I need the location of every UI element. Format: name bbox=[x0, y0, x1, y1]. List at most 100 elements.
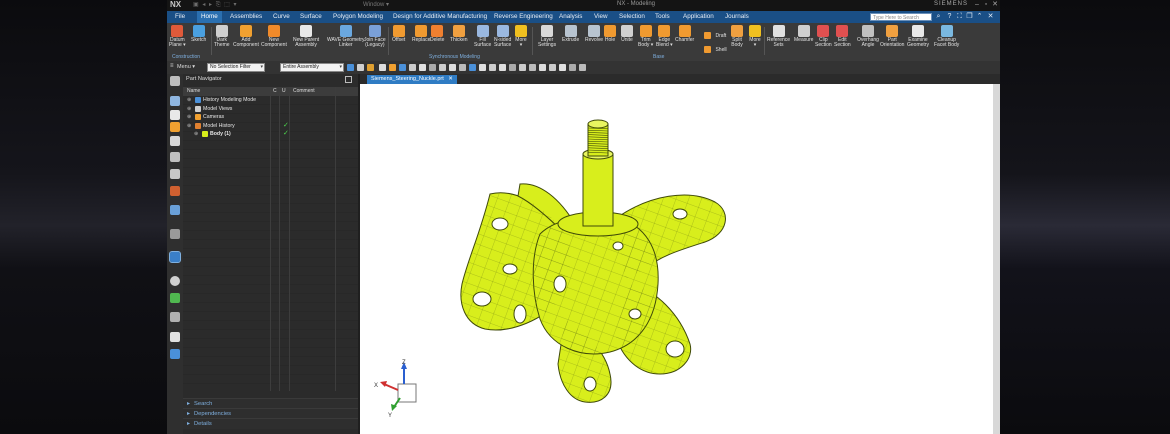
overhang-button[interactable]: Overhang Angle bbox=[857, 25, 879, 55]
tab-close-icon[interactable]: ✕ bbox=[448, 76, 453, 82]
layer-icon[interactable] bbox=[489, 64, 496, 71]
web-browser-icon[interactable] bbox=[170, 169, 180, 179]
column-header[interactable]: Name bbox=[187, 88, 200, 94]
visualization-icon[interactable] bbox=[169, 251, 181, 263]
chamfer-button[interactable]: Chamfer bbox=[675, 25, 694, 55]
fill-surface-button[interactable]: Fill Surface bbox=[474, 25, 491, 55]
new-component-button[interactable]: New Component bbox=[261, 25, 287, 55]
fit-icon[interactable] bbox=[389, 64, 396, 71]
menu-tools[interactable]: Tools bbox=[655, 11, 670, 23]
search-icon[interactable]: ⌕ bbox=[934, 12, 943, 22]
system-materials-icon[interactable] bbox=[170, 229, 180, 239]
orient-icon[interactable] bbox=[479, 64, 486, 71]
constraint-navigator-icon[interactable] bbox=[170, 110, 180, 120]
menu-surface[interactable]: Surface bbox=[300, 11, 322, 23]
examine-button[interactable]: Examine Geometry bbox=[907, 25, 929, 55]
lightning-button[interactable]: More ▾ bbox=[515, 25, 527, 55]
assembly-navigator-icon[interactable] bbox=[170, 96, 180, 106]
rotate-icon[interactable] bbox=[399, 64, 406, 71]
revolve-button[interactable]: Revolve bbox=[585, 25, 603, 55]
menu-selection[interactable]: Selection bbox=[619, 11, 645, 23]
document-tab[interactable]: Siemens_Steering_Nuckle.prt ✕ bbox=[367, 75, 457, 84]
menu-journals[interactable]: Journals bbox=[725, 11, 749, 23]
layer-settings-button[interactable]: Layer Settings bbox=[538, 25, 556, 55]
trim-body-button[interactable]: Trim Body ▾ bbox=[638, 25, 653, 55]
help-icon[interactable]: ? bbox=[945, 12, 954, 22]
shaded-icon[interactable] bbox=[459, 64, 466, 71]
process-studio-icon[interactable] bbox=[170, 293, 180, 303]
pan-icon[interactable] bbox=[409, 64, 416, 71]
snap-point-icon[interactable] bbox=[499, 64, 506, 71]
restore-icon[interactable]: ❐ bbox=[965, 12, 974, 22]
clip-section-button[interactable]: Clip Section bbox=[815, 25, 832, 55]
body-icon[interactable] bbox=[569, 64, 576, 71]
hd3d-tools-icon[interactable] bbox=[170, 152, 180, 162]
edge-blend-button[interactable]: Edge Blend ▾ bbox=[656, 25, 673, 55]
plane-icon[interactable] bbox=[529, 64, 536, 71]
replace-button[interactable]: Replace bbox=[412, 25, 430, 55]
settings-icon[interactable] bbox=[170, 76, 180, 86]
shell-button[interactable]: Shell bbox=[704, 41, 727, 54]
render-icon[interactable] bbox=[429, 64, 436, 71]
unite-button[interactable]: Unite bbox=[621, 25, 633, 55]
graphics-canvas[interactable]: Z X Y bbox=[360, 84, 993, 434]
add-component-button[interactable]: Add Component bbox=[233, 25, 259, 55]
part-navigator-icon[interactable] bbox=[170, 122, 180, 132]
manufacturing-wizard-icon[interactable] bbox=[170, 312, 180, 322]
menu-analysis[interactable]: Analysis bbox=[559, 11, 582, 23]
lightning-button[interactable]: More ▾ bbox=[749, 25, 761, 55]
palette-icon[interactable] bbox=[170, 349, 180, 359]
menu-reverse-engineering[interactable]: Reverse Engineering bbox=[494, 11, 553, 23]
face-icon[interactable] bbox=[559, 64, 566, 71]
measure-button[interactable]: Measure bbox=[794, 25, 813, 55]
csys-icon[interactable] bbox=[539, 64, 546, 71]
expand-icon[interactable]: ⊕ bbox=[187, 96, 191, 104]
menu-icon[interactable]: ≡ bbox=[170, 63, 174, 69]
expand-icon[interactable]: ⊕ bbox=[187, 122, 191, 130]
fullscreen-icon[interactable]: ⛶ bbox=[955, 12, 964, 22]
wireframe-icon[interactable] bbox=[449, 64, 456, 71]
column-header[interactable]: Comment bbox=[293, 88, 315, 94]
draft-button[interactable]: Draft bbox=[704, 27, 726, 40]
expand-icon[interactable]: ⊕ bbox=[194, 130, 198, 138]
menu-polygon-modeling[interactable]: Polygon Modeling bbox=[333, 11, 383, 23]
reuse-library-icon[interactable] bbox=[170, 136, 180, 146]
edit-section-button[interactable]: Edit Section bbox=[834, 25, 851, 55]
menu-file[interactable]: File bbox=[175, 11, 185, 23]
panel-details[interactable]: ▸ Details bbox=[183, 418, 358, 429]
menu-dropdown[interactable]: Menu ▾ bbox=[177, 64, 195, 70]
close-icon[interactable]: ✕ bbox=[990, 0, 1000, 10]
quick-access-toolbar[interactable]: ▣ ◂ ▸ ⎘ ⬚ ▾ bbox=[193, 1, 238, 9]
split-body-button[interactable]: Split Body bbox=[731, 25, 743, 55]
navigator-close-icon[interactable] bbox=[345, 76, 352, 83]
join-face-button[interactable]: Join Face (Legacy) bbox=[364, 25, 386, 55]
delete-button[interactable]: Delete bbox=[430, 25, 444, 55]
menu-home[interactable]: Home bbox=[197, 11, 222, 23]
menu-view[interactable]: View bbox=[594, 11, 608, 23]
history-palette-icon[interactable] bbox=[170, 186, 180, 196]
offset-button[interactable]: Offset bbox=[392, 25, 405, 55]
reference-sets-button[interactable]: Reference Sets bbox=[767, 25, 790, 55]
extrude-button[interactable]: Extrude bbox=[562, 25, 579, 55]
new-parent-button[interactable]: New Parent Assembly bbox=[293, 25, 319, 55]
part-orientation-button[interactable]: Part Orientation bbox=[880, 25, 904, 55]
vertical-scrollbar[interactable] bbox=[993, 84, 1000, 434]
section-icon[interactable] bbox=[469, 64, 476, 71]
thicken-button[interactable]: Thicken bbox=[450, 25, 468, 55]
feature-icon[interactable] bbox=[579, 64, 586, 71]
snap-icon[interactable] bbox=[367, 64, 374, 71]
sketch-button[interactable]: Sketch bbox=[191, 25, 206, 55]
menu-assemblies[interactable]: Assemblies bbox=[230, 11, 262, 23]
command-search-input[interactable]: Type Here to Search bbox=[870, 13, 932, 21]
roles-icon[interactable] bbox=[170, 205, 180, 215]
zoom-icon[interactable] bbox=[379, 64, 386, 71]
selection-filter-dropdown[interactable]: No Selection Filter ▾ bbox=[207, 63, 265, 72]
menu-curve[interactable]: Curve bbox=[273, 11, 290, 23]
ribbon-close-icon[interactable]: ✕ bbox=[986, 12, 995, 22]
edge-icon[interactable] bbox=[439, 64, 446, 71]
hole-button[interactable]: Hole bbox=[604, 25, 616, 55]
expand-icon[interactable]: ⊕ bbox=[187, 105, 191, 113]
menu-design-for-additive[interactable]: Design for Additive Manufacturing bbox=[393, 11, 487, 23]
select-icon[interactable] bbox=[347, 64, 354, 71]
column-header[interactable]: U bbox=[282, 88, 286, 94]
